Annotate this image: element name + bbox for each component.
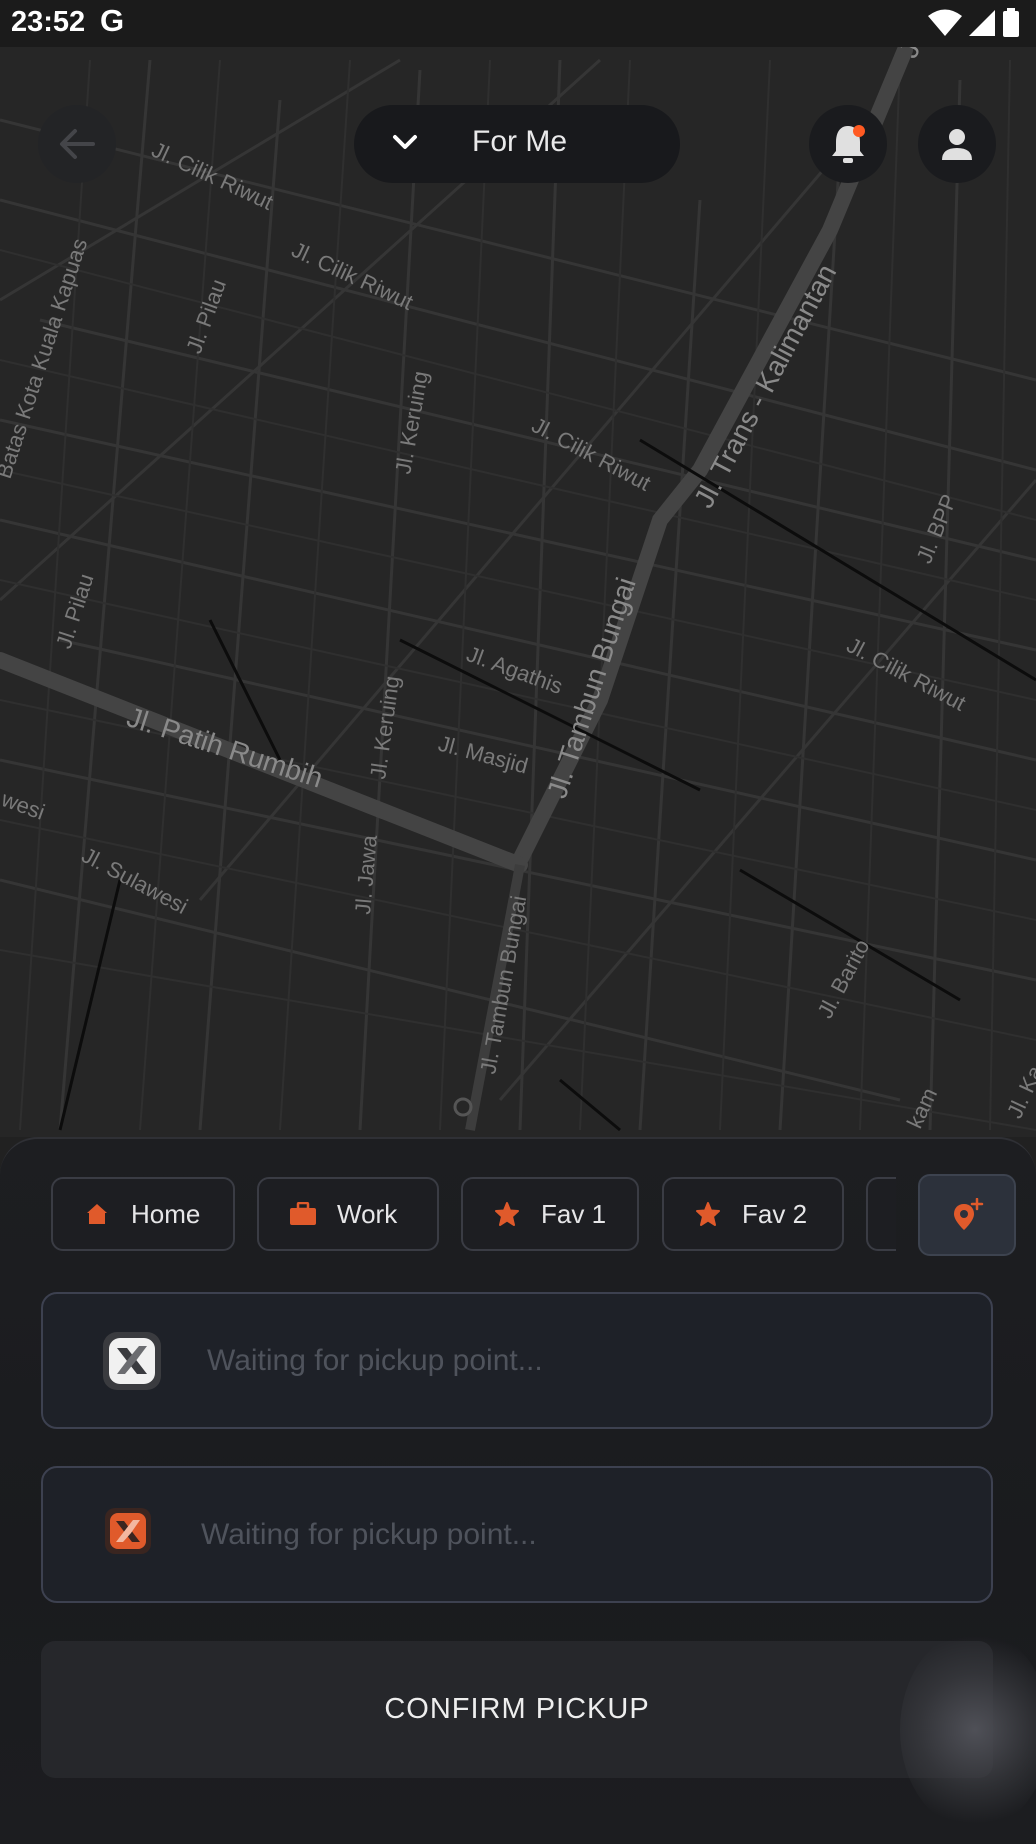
- rider-selector[interactable]: For Me: [354, 105, 680, 183]
- add-location-icon: [954, 1198, 984, 1230]
- favorite-chip-fav2[interactable]: Fav 2: [662, 1177, 844, 1251]
- home-icon: [83, 1200, 111, 1228]
- destination-field[interactable]: Waiting for pickup point...: [41, 1466, 993, 1603]
- favorite-chip-label: Home: [131, 1198, 201, 1229]
- favorite-chip-label: Fav 2: [742, 1198, 808, 1229]
- notification-badge: [853, 125, 865, 137]
- svg-text:Jl. Pilau: Jl. Pilau: [181, 276, 231, 357]
- destination-logo-icon: [103, 1506, 153, 1560]
- star-icon: [493, 1200, 521, 1228]
- svg-text:Jl. Sulawesi: Jl. Sulawesi: [78, 842, 192, 919]
- favorite-chip-overflow[interactable]: [866, 1177, 896, 1251]
- favorite-chip-home[interactable]: Home: [51, 1177, 235, 1251]
- svg-text:Jl. Agathis: Jl. Agathis: [463, 641, 566, 699]
- favorite-chip-label: Work: [337, 1198, 398, 1229]
- signal-icon: [969, 10, 995, 36]
- svg-text:Jl. Patih Rumbih: Jl. Patih Rumbih: [123, 701, 326, 793]
- svg-text:Jl. Keruing: Jl. Keruing: [390, 369, 433, 476]
- pickup-field[interactable]: Waiting for pickup point...: [41, 1292, 993, 1429]
- svg-text:Jl. Jawa: Jl. Jawa: [350, 833, 382, 915]
- arrow-left-icon: [60, 129, 95, 159]
- pickup-placeholder: Waiting for pickup point...: [207, 1344, 543, 1377]
- svg-text:Jl. BPP: Jl. BPP: [911, 491, 961, 567]
- svg-text:Jl. Masjid: Jl. Masjid: [436, 731, 531, 779]
- map-view[interactable]: Jl. Cilik Riwut Jl. Cilik Riwut Jl. Pila…: [0, 47, 1036, 1137]
- svg-text:Jl. Keruing: Jl. Keruing: [365, 674, 404, 780]
- svg-text:kam: kam: [902, 1084, 942, 1132]
- svg-text:wesi: wesi: [0, 786, 48, 825]
- status-bar: 23:52 G: [0, 0, 1036, 47]
- briefcase-icon: [289, 1200, 317, 1228]
- svg-text:Jl. Cilik Riwut: Jl. Cilik Riwut: [288, 237, 417, 315]
- svg-text:Jl. Ka: Jl. Ka: [1002, 1061, 1036, 1122]
- wifi-icon: [928, 9, 962, 36]
- rider-selector-label: For Me: [472, 125, 568, 158]
- back-button[interactable]: [38, 105, 116, 183]
- add-favorite-button[interactable]: [918, 1174, 1016, 1256]
- user-icon: [942, 129, 972, 160]
- status-icons: [928, 8, 1020, 38]
- profile-button[interactable]: [918, 105, 996, 183]
- battery-icon: [1003, 8, 1019, 37]
- pickup-logo-icon: [101, 1330, 163, 1396]
- svg-text:Jl. Pilau: Jl. Pilau: [51, 571, 99, 652]
- status-time: 23:52: [11, 6, 86, 38]
- google-icon: G: [100, 3, 125, 38]
- destination-placeholder: Waiting for pickup point...: [201, 1518, 537, 1551]
- map-streets: Jl. Cilik Riwut Jl. Cilik Riwut Jl. Pila…: [0, 47, 1036, 1132]
- favorite-chip-work[interactable]: Work: [257, 1177, 439, 1251]
- confirm-pickup-button[interactable]: CONFIRM PICKUP: [41, 1641, 993, 1778]
- favorite-chip-label: Fav 1: [541, 1198, 607, 1229]
- favorite-chip-fav1[interactable]: Fav 1: [461, 1177, 639, 1251]
- star-icon: [694, 1200, 722, 1228]
- svg-text:Jl. Cilik Riwut: Jl. Cilik Riwut: [843, 632, 970, 715]
- chevron-down-icon: [393, 135, 417, 149]
- notifications-button[interactable]: [809, 105, 887, 183]
